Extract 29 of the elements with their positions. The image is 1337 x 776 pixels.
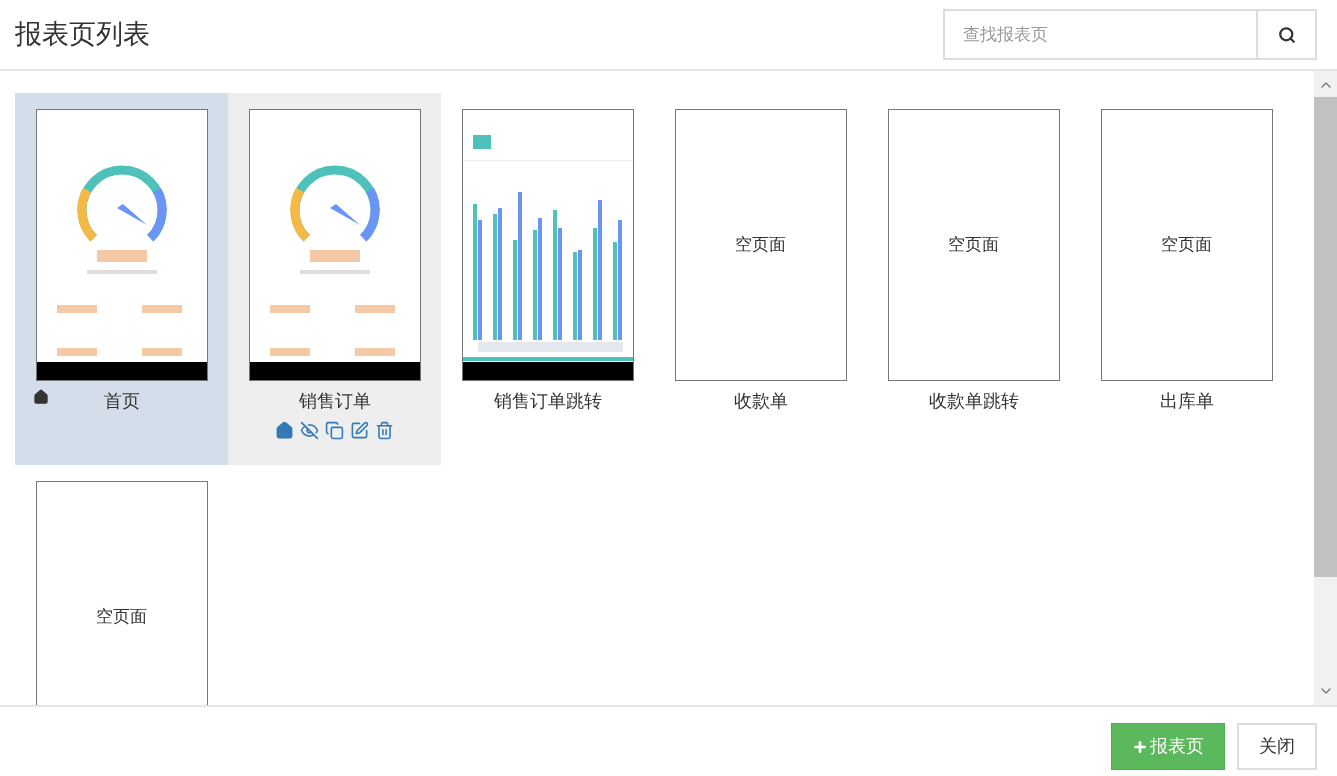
copy-icon[interactable]	[325, 421, 344, 440]
empty-page-label: 空页面	[735, 234, 786, 257]
page-name: 首页	[103, 390, 140, 413]
edit-icon[interactable]	[350, 421, 369, 440]
delete-icon[interactable]	[375, 421, 394, 440]
search-button[interactable]	[1258, 9, 1317, 60]
page-name: 销售订单	[298, 390, 371, 413]
page-thumbnail[interactable]: 空页面	[1100, 109, 1273, 381]
page-thumbnail[interactable]: 空页面	[887, 109, 1060, 381]
page-name: 出库单	[1159, 390, 1214, 413]
eye-off-icon[interactable]	[300, 421, 319, 440]
page-name: 收款单跳转	[928, 390, 1019, 413]
search-field[interactable]: 查找报表页	[943, 9, 1258, 60]
empty-page-label: 空页面	[948, 234, 999, 257]
page-card[interactable]: 销售订单	[228, 93, 441, 465]
page-name: 销售订单跳转	[493, 390, 602, 413]
window-title: 报表页列表	[15, 18, 150, 52]
close-button[interactable]: 关闭	[1237, 723, 1317, 770]
empty-page-label: 空页面	[1161, 234, 1212, 257]
empty-page-label: 空页面	[96, 606, 147, 629]
scrollbar-thumb[interactable]	[1314, 97, 1337, 577]
plus-icon	[1132, 738, 1148, 755]
search-icon	[1277, 25, 1296, 44]
scrollbar[interactable]	[1314, 71, 1337, 705]
page-thumbnail[interactable]: 空页面	[674, 109, 847, 381]
home-icon[interactable]	[275, 421, 294, 440]
page-thumbnail[interactable]: 空页面	[35, 481, 208, 705]
page-name: 收款单	[733, 390, 788, 413]
page-card[interactable]: 首页	[15, 93, 228, 465]
